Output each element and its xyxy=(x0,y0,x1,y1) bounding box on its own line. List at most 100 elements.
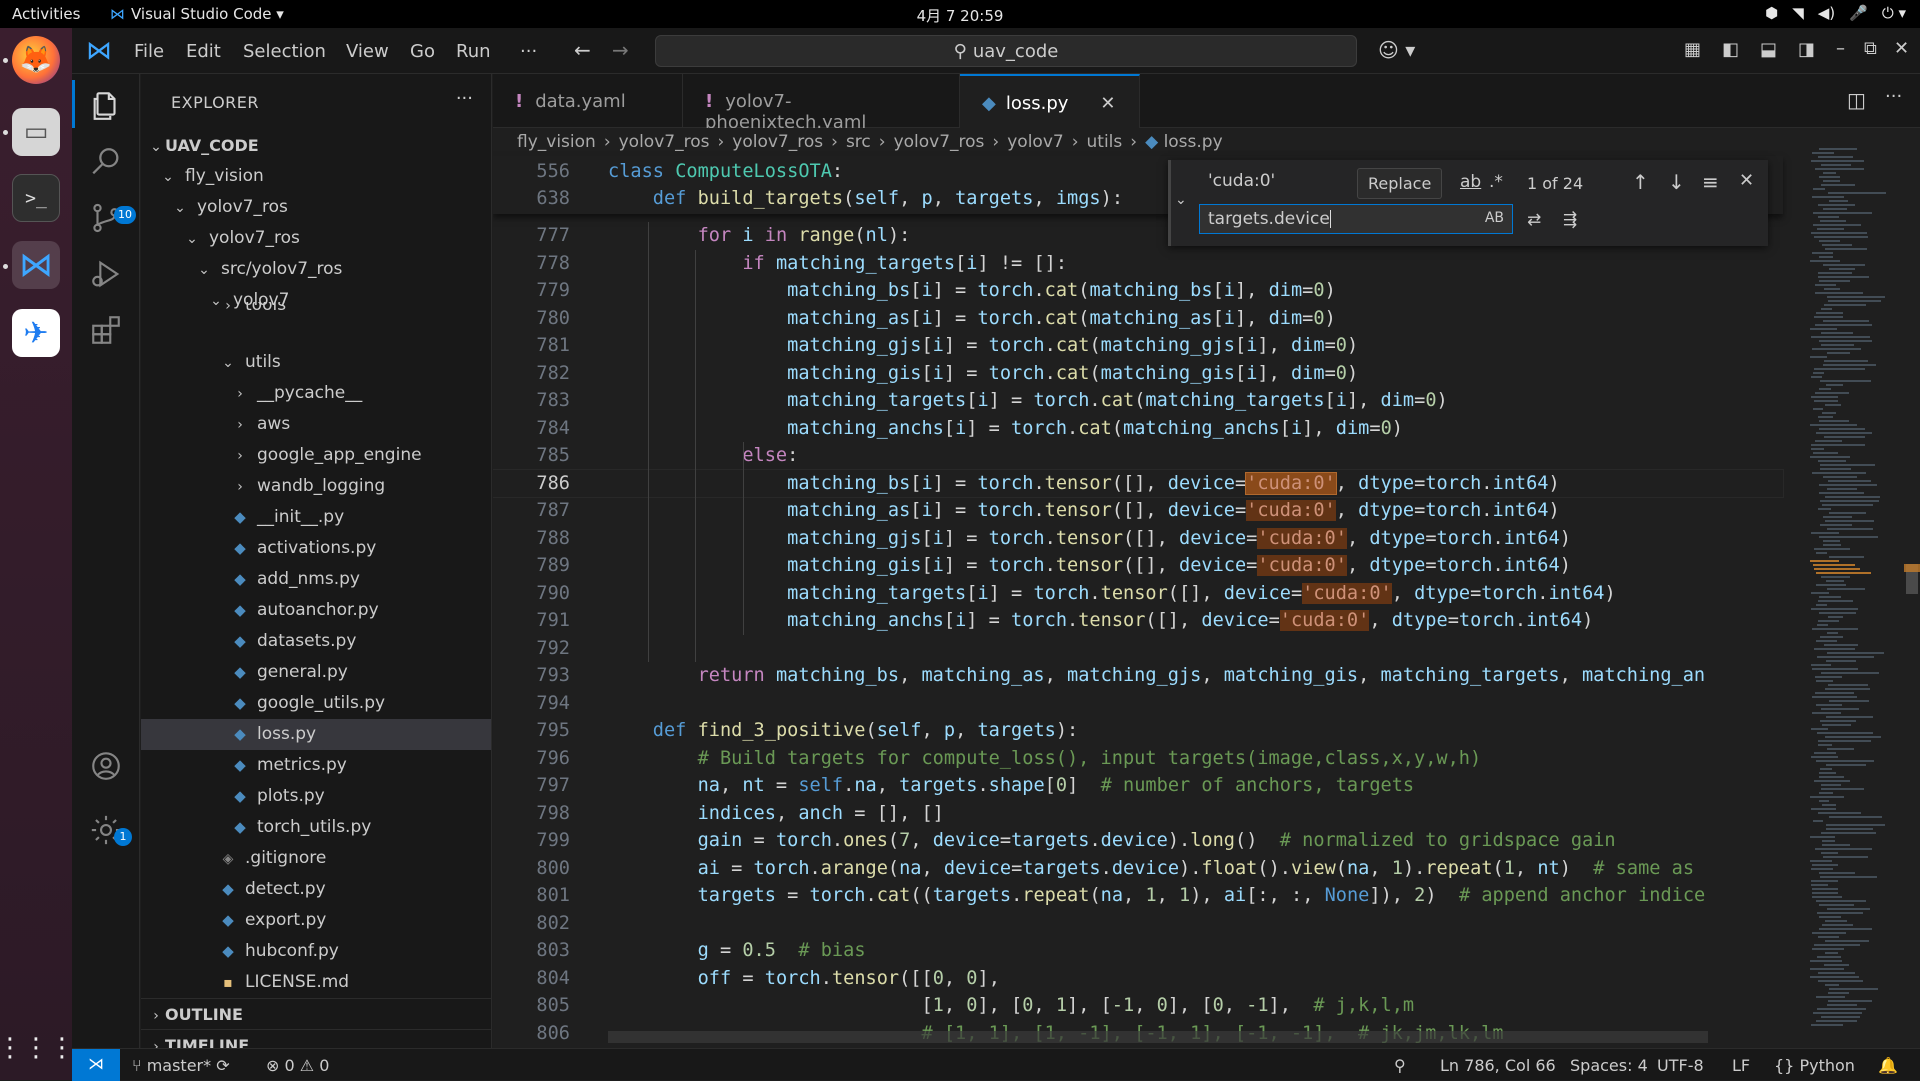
code-line[interactable]: 784 matching_anchs[i] = torch.cat(matchi… xyxy=(493,415,1783,442)
code-line[interactable]: 794 xyxy=(493,690,1783,717)
breadcrumb-item[interactable]: yolov7_ros xyxy=(619,132,710,152)
menu-file[interactable]: File xyxy=(134,41,164,62)
code-line[interactable]: 805 [1, 0], [0, 1], [-1, 0], [0, -1], # … xyxy=(493,992,1783,1019)
minimap[interactable] xyxy=(1790,128,1920,1048)
tab-data-yaml[interactable]: ! data.yaml xyxy=(493,74,683,128)
tree-item[interactable]: ◆ activations.py xyxy=(141,533,491,564)
wifi-icon[interactable]: ◥ xyxy=(1792,4,1804,22)
horizontal-scrollbar[interactable] xyxy=(608,1031,1708,1043)
files-icon[interactable]: ▭ xyxy=(12,108,60,156)
replace-all-icon[interactable]: ⇶ xyxy=(1563,210,1577,230)
tree-item[interactable]: ⌄ src/yolov7_ros xyxy=(141,254,491,285)
code-line[interactable]: 778 if matching_targets[i] != []: xyxy=(493,250,1783,277)
tree-item[interactable]: ◆ datasets.py xyxy=(141,626,491,657)
tree-item[interactable]: ◆ autoanchor.py xyxy=(141,595,491,626)
feishu-icon[interactable]: ✈ xyxy=(12,309,60,357)
code-line[interactable]: 802 xyxy=(493,910,1783,937)
replace-input[interactable]: targets.device AB xyxy=(1199,204,1513,234)
tree-item[interactable]: ◆ __init__.py xyxy=(141,502,491,533)
menu-selection[interactable]: Selection xyxy=(243,41,326,62)
tree-item[interactable]: ⌄ yolov7_ros xyxy=(141,223,491,254)
workspace-root[interactable]: ⌄ UAV_CODE xyxy=(141,130,491,161)
menu-more[interactable]: ··· xyxy=(520,41,537,62)
forward-arrow-icon[interactable]: → xyxy=(612,38,629,62)
restore-window-icon[interactable]: ⧉ xyxy=(1864,38,1877,59)
code-line[interactable]: 782 matching_gis[i] = torch.cat(matching… xyxy=(493,360,1783,387)
code-line[interactable]: 792 xyxy=(493,635,1783,662)
code-line[interactable]: 801 targets = torch.cat((targets.repeat(… xyxy=(493,882,1783,909)
code-editor[interactable]: fly_vision › yolov7_ros › yolov7_ros › src › yol… xyxy=(493,128,1920,1048)
code-line[interactable]: 779 matching_bs[i] = torch.cat(matching_… xyxy=(493,277,1783,304)
toggle-replace-chevron-icon[interactable]: ⌄ xyxy=(1175,192,1187,208)
volume-icon[interactable]: ◀) xyxy=(1818,4,1835,22)
tree-item[interactable]: ◆ metrics.py xyxy=(141,750,491,781)
code-line[interactable]: 785 else: xyxy=(493,442,1783,469)
customize-layout-icon[interactable]: ▦ xyxy=(1684,39,1701,60)
tree-item[interactable]: › tools xyxy=(141,302,491,320)
next-match-icon[interactable]: ↓ xyxy=(1668,170,1685,194)
vertical-scrollbar[interactable] xyxy=(1904,128,1920,1048)
explorer-icon[interactable] xyxy=(86,86,126,126)
indentation[interactable]: Spaces: 4 xyxy=(1570,1056,1648,1075)
breadcrumb-item[interactable]: fly_vision xyxy=(517,132,596,152)
tree-item[interactable]: › aws xyxy=(141,409,491,440)
tree-item[interactable]: ◆ export.py xyxy=(141,905,491,936)
tree-item[interactable]: ◆ torch_utils.py xyxy=(141,812,491,843)
editor-more-actions-icon[interactable]: ··· xyxy=(1885,86,1902,107)
close-find-icon[interactable]: ✕ xyxy=(1739,170,1754,191)
search-sidebar-icon[interactable] xyxy=(86,142,126,182)
code-line[interactable]: 803 g = 0.5 # bias xyxy=(493,937,1783,964)
close-tab-icon[interactable]: ✕ xyxy=(1100,93,1115,114)
menu-edit[interactable]: Edit xyxy=(186,41,221,62)
menu-view[interactable]: View xyxy=(346,41,389,62)
match-case-toggle[interactable]: ab xyxy=(1460,172,1481,192)
tree-item[interactable]: › __pycache__ xyxy=(141,378,491,409)
code-line[interactable]: 795 def find_3_positive(self, p, targets… xyxy=(493,717,1783,744)
code-line[interactable]: 780 matching_as[i] = torch.cat(matching_… xyxy=(493,305,1783,332)
menu-go[interactable]: Go xyxy=(410,41,435,62)
show-apps-icon[interactable]: ⋮⋮⋮ xyxy=(0,1024,75,1072)
breadcrumb-item[interactable]: src xyxy=(846,132,871,152)
network-manager-icon[interactable]: ⬢ xyxy=(1765,4,1778,22)
tree-item[interactable]: ◆ detect.py xyxy=(141,874,491,905)
tree-item[interactable]: ▪ LICENSE.md xyxy=(141,967,491,998)
tree-item[interactable]: ◆ google_utils.py xyxy=(141,688,491,719)
tree-item[interactable]: ◆ hubconf.py xyxy=(141,936,491,967)
run-debug-icon[interactable] xyxy=(86,254,126,294)
tab-loss-py[interactable]: ◆ loss.py ✕ xyxy=(960,74,1140,129)
code-line[interactable]: 791 matching_anchs[i] = torch.tensor([],… xyxy=(493,607,1783,634)
extensions-icon[interactable] xyxy=(86,310,126,350)
close-window-icon[interactable]: ✕ xyxy=(1894,38,1909,59)
split-editor-icon[interactable]: ◫ xyxy=(1847,88,1866,112)
preserve-case-toggle[interactable]: AB xyxy=(1485,210,1504,226)
command-center[interactable]: ⚲ uav_code xyxy=(655,35,1357,67)
code-line[interactable]: 799 gain = torch.ones(7, device=targets.… xyxy=(493,827,1783,854)
microphone-icon[interactable]: 🎤 xyxy=(1849,4,1868,22)
find-in-selection-icon[interactable]: ≡ xyxy=(1702,170,1719,194)
code-line[interactable]: 798 indices, anch = [], [] xyxy=(493,800,1783,827)
code-line[interactable]: 786 matching_bs[i] = torch.tensor([], de… xyxy=(493,468,1784,498)
accounts-icon[interactable] xyxy=(86,746,126,786)
system-tray[interactable]: ⬢ ◥ ◀) 🎤 ⏻ ▾ xyxy=(1765,4,1906,22)
app-menu[interactable]: ⋈ Visual Studio Code ▾ xyxy=(110,5,284,23)
firefox-icon[interactable]: 🦊 xyxy=(12,36,60,84)
code-line[interactable]: 788 matching_gjs[i] = torch.tensor([], d… xyxy=(493,525,1783,552)
clock[interactable]: 4月 7 20:59 xyxy=(0,5,1920,26)
previous-match-icon[interactable]: ↑ xyxy=(1632,170,1649,194)
minimize-window-icon[interactable]: – xyxy=(1836,38,1845,59)
tree-item[interactable]: › google_app_engine xyxy=(141,440,491,471)
code-line[interactable]: 790 matching_targets[i] = torch.tensor([… xyxy=(493,580,1783,607)
end-of-line[interactable]: LF xyxy=(1732,1056,1750,1075)
tree-item[interactable]: ◆ loss.py xyxy=(141,719,491,750)
copilot-icon[interactable]: ☺ ▾ xyxy=(1378,38,1415,62)
terminal-icon[interactable]: >_ xyxy=(12,174,60,222)
code-line[interactable]: 781 matching_gjs[i] = torch.cat(matching… xyxy=(493,332,1783,359)
notifications-icon[interactable]: 🔔 xyxy=(1878,1056,1898,1075)
timeline-section[interactable]: › TIMELINE xyxy=(141,1029,491,1048)
breadcrumb-item[interactable]: yolov7_ros xyxy=(732,132,823,152)
code-line[interactable]: 804 off = torch.tensor([[0, 0], xyxy=(493,965,1783,992)
tree-item[interactable]: › wandb_logging xyxy=(141,471,491,502)
remote-indicator-icon[interactable]: ⋊ xyxy=(72,1049,120,1081)
tree-item[interactable]: ◆ add_nms.py xyxy=(141,564,491,595)
toggle-primary-sidebar-icon[interactable]: ◧ xyxy=(1722,39,1739,60)
